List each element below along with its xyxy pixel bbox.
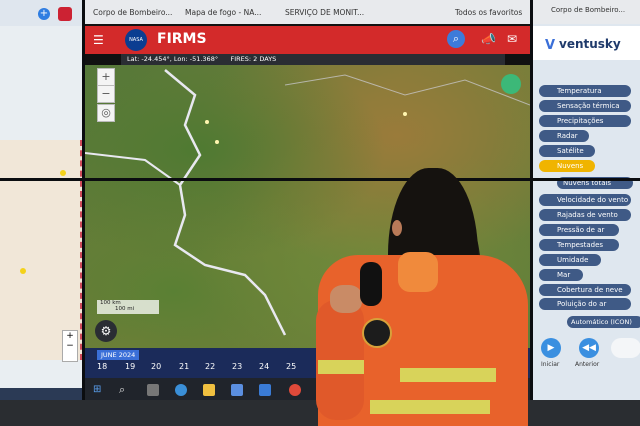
timeline-day[interactable]: 24	[259, 362, 269, 371]
store-icon[interactable]	[231, 384, 243, 396]
menu-tempestades[interactable]: Tempestades	[539, 239, 619, 251]
timeline-month: JUNE 2024	[97, 350, 140, 360]
fire-point	[403, 112, 407, 116]
zoom-control[interactable]: + −	[62, 330, 78, 362]
reflective-stripe	[400, 368, 496, 382]
menu-sensacao[interactable]: Sensação térmica	[539, 100, 631, 112]
zoom-out-button[interactable]: −	[97, 85, 115, 103]
microphone	[360, 262, 382, 306]
left-map-panel: + + −	[0, 0, 82, 400]
search-taskbar-icon[interactable]: ⌕	[119, 383, 125, 397]
ventusky-v-icon: V	[545, 38, 556, 53]
model-select[interactable]: Automático (ICON)	[567, 316, 640, 328]
ventusky-panel: Corpo de Bombeiro... V ventusky Temperat…	[533, 0, 640, 400]
zoom-in-button[interactable]: +	[97, 68, 115, 86]
state-region	[0, 140, 82, 360]
menu-neve[interactable]: Cobertura de neve	[539, 284, 631, 296]
shield-icon	[58, 7, 72, 21]
start-label: Iniciar	[541, 361, 560, 368]
timeline-day[interactable]: 18	[97, 362, 107, 371]
mail-icon[interactable]	[259, 384, 271, 396]
ear	[392, 220, 402, 236]
timeline-day[interactable]: 20	[151, 362, 161, 371]
ventusky-logo: ventusky	[559, 37, 621, 51]
reflective-stripe	[318, 360, 364, 374]
menu-satelite[interactable]: Satélite	[539, 145, 595, 157]
megaphone-icon[interactable]: 📣	[481, 32, 496, 46]
tab-bombeiros[interactable]: Corpo de Bombeiro...	[93, 4, 172, 22]
marker-icon	[20, 268, 26, 274]
hand	[330, 285, 362, 313]
windows-icon[interactable]: ⊞	[93, 384, 101, 395]
map-scale: 100 km 100 mi	[97, 300, 159, 314]
task-view-icon[interactable]	[147, 384, 159, 396]
fire-point	[205, 120, 209, 124]
timeline-day[interactable]: 21	[179, 362, 189, 371]
menu-umidade[interactable]: Umidade	[539, 254, 601, 266]
menu-poluicao[interactable]: Poluição do ar	[539, 298, 631, 310]
chrome-icon[interactable]	[289, 384, 301, 396]
edge-icon[interactable]	[175, 384, 187, 396]
rewind-icon[interactable]: ◀◀	[579, 338, 599, 358]
menu-temperatura[interactable]: Temperatura	[539, 85, 631, 97]
menu-radar[interactable]: Radar	[539, 130, 589, 142]
nasa-logo: NASA	[125, 29, 147, 51]
menu-icon[interactable]: ☰	[93, 33, 104, 47]
timeline-day[interactable]: 25	[286, 362, 296, 371]
menu-nuvens[interactable]: Nuvens	[539, 160, 595, 172]
play-icon[interactable]: ▶	[541, 338, 561, 358]
locate-icon[interactable]: ◎	[97, 104, 115, 122]
menu-precipitacoes[interactable]: Precipitações	[539, 115, 631, 127]
toggle-button[interactable]	[611, 338, 640, 358]
coordinate-readout: Lat: -24.454°, Lon: -51.368° FIRES: 2 DA…	[121, 54, 505, 65]
menu-rajadas[interactable]: Rajadas de vento	[539, 209, 631, 221]
previous-label: Anterior	[575, 361, 600, 368]
tab-servico[interactable]: SERVIÇO DE MONIT...	[285, 4, 364, 22]
menu-mar[interactable]: Mar	[539, 269, 583, 281]
timeline-day[interactable]: 19	[125, 362, 135, 371]
menu-vento[interactable]: Velocidade do vento	[539, 194, 631, 206]
tab-ventusky[interactable]: Corpo de Bombeiro...	[551, 6, 625, 14]
search-icon[interactable]: ⌕	[447, 30, 465, 48]
layers-icon[interactable]	[501, 74, 521, 94]
add-icon[interactable]: +	[38, 8, 50, 20]
badge-patch	[362, 318, 392, 348]
fire-point	[215, 140, 219, 144]
folder-icon[interactable]	[203, 384, 215, 396]
timeline-day[interactable]: 23	[232, 362, 242, 371]
reflective-stripe	[370, 400, 490, 414]
menu-pressao[interactable]: Pressão de ar	[539, 224, 619, 236]
timeline-day[interactable]: 22	[205, 362, 215, 371]
tab-favoritos[interactable]: Todos os favoritos	[455, 4, 522, 22]
tab-mapa-fogo[interactable]: Mapa de fogo - NA...	[185, 4, 261, 22]
app-title: FIRMS	[157, 31, 207, 47]
marker-icon	[60, 170, 66, 176]
chat-icon[interactable]: ✉	[507, 32, 517, 46]
settings-gear-icon[interactable]: ⚙	[95, 320, 117, 342]
jacket-collar	[398, 252, 438, 292]
